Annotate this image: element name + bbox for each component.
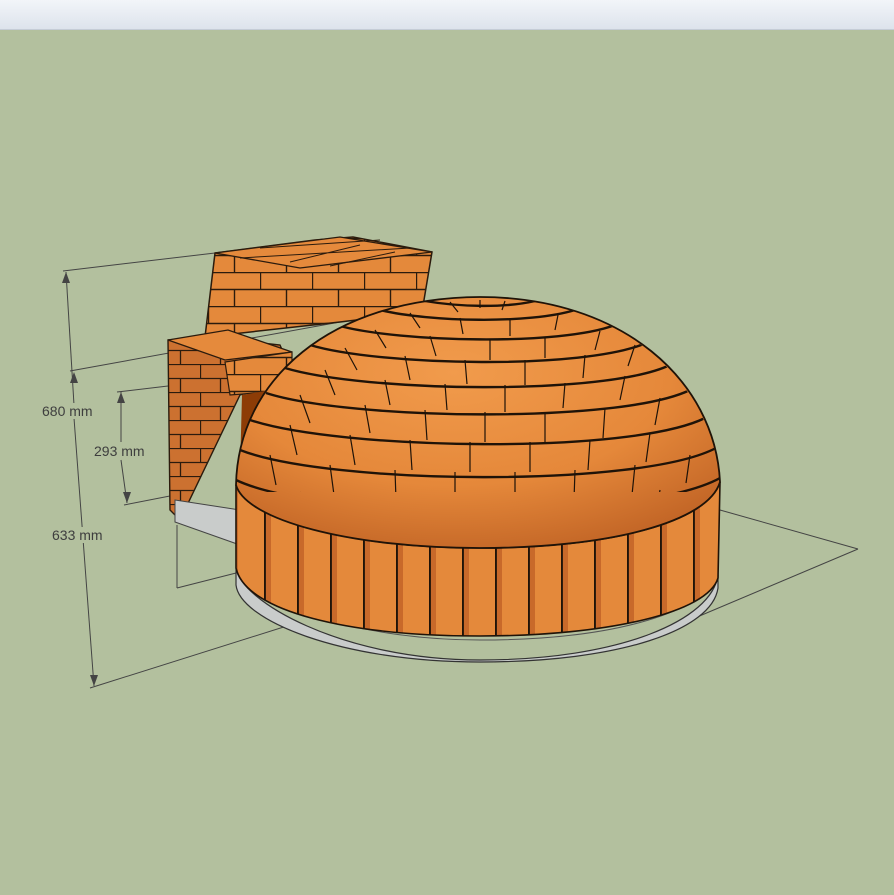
dimension-label-depth: 633 mm	[51, 527, 104, 543]
oven-dome	[235, 296, 721, 549]
dimension-label-height-total: 680 mm	[41, 403, 94, 419]
dimension-arrows	[62, 272, 131, 686]
dimension-label-height-opening: 293 mm	[93, 443, 146, 459]
